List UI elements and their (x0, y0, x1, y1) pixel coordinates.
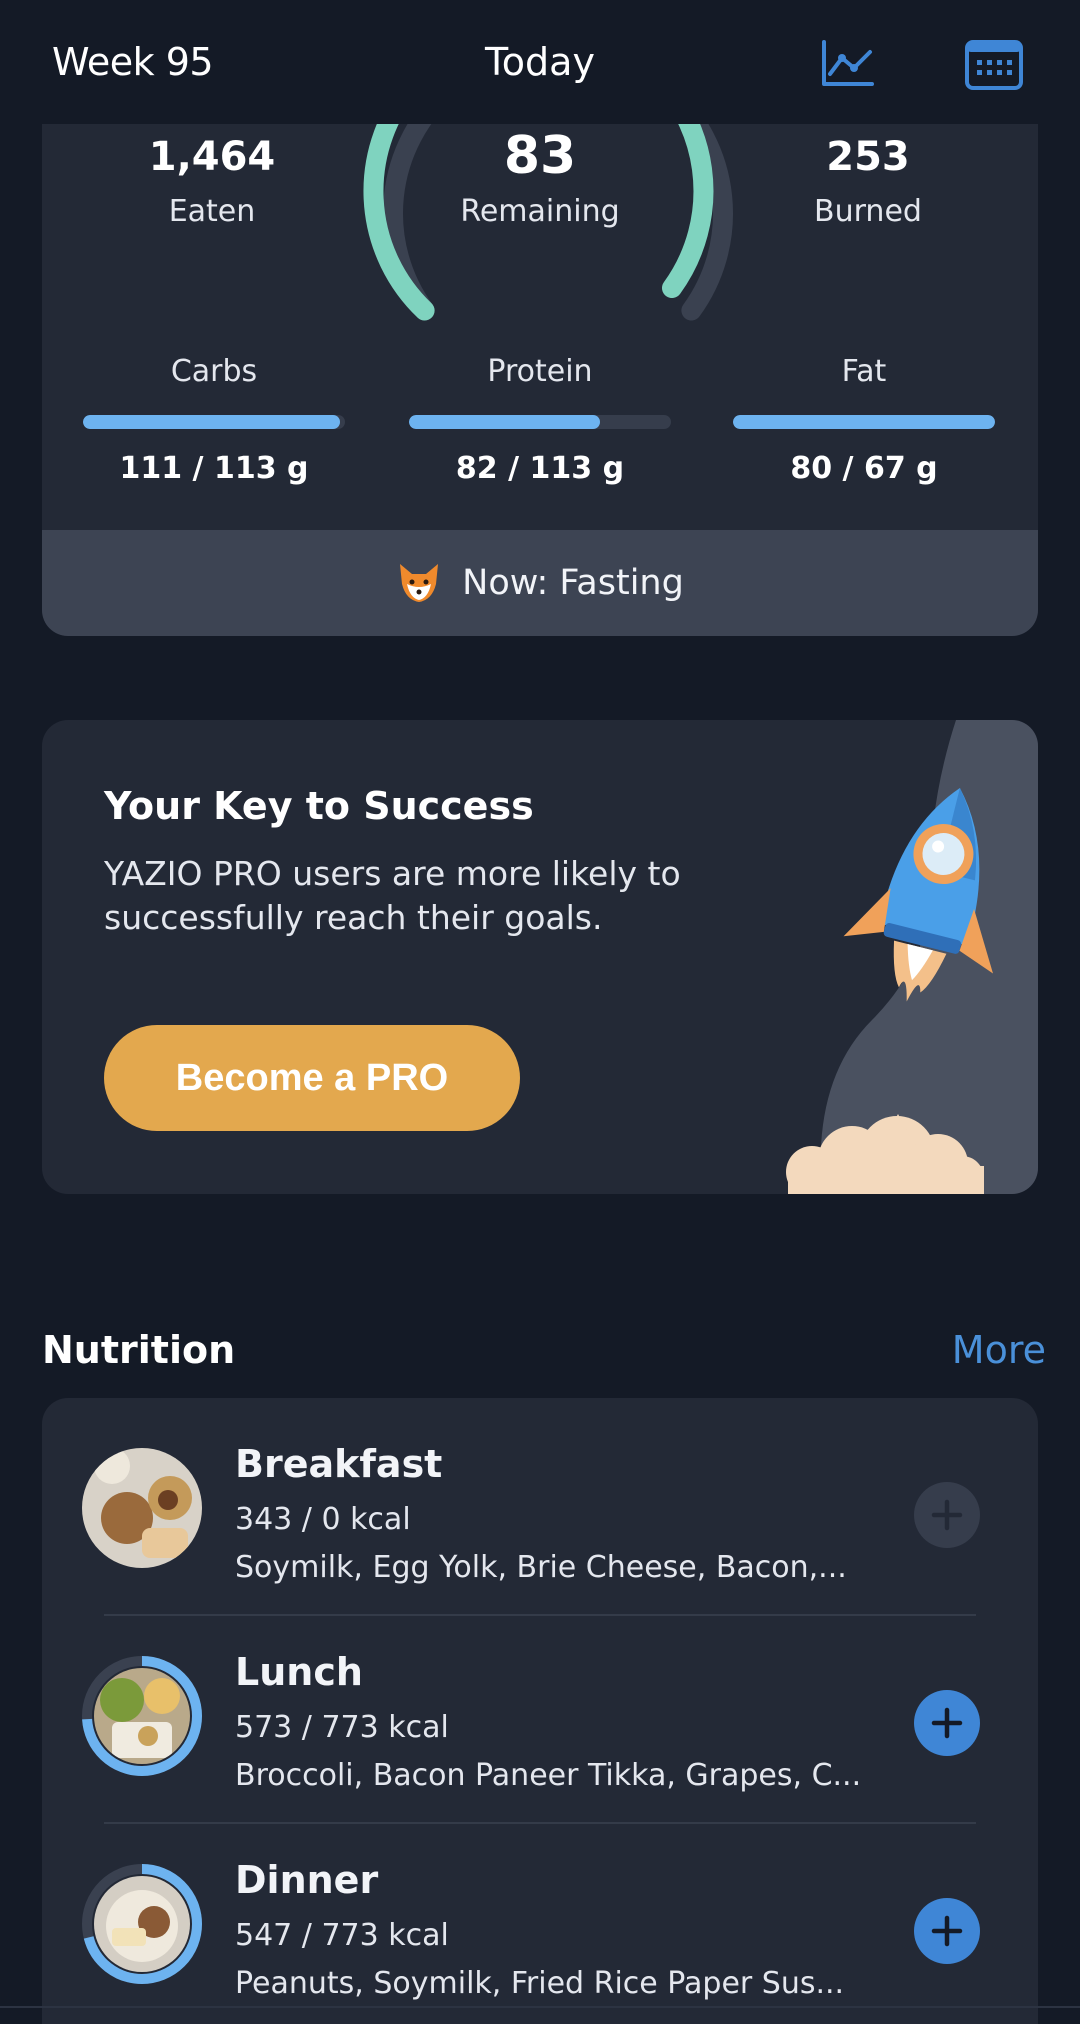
today-screen: Week 95 Today 1,464 Eaten 83 Remaining 2… (0, 0, 1080, 2024)
rocket-illustration (786, 720, 1038, 1194)
fox-icon (400, 564, 439, 602)
page-title: Today (485, 40, 595, 84)
eaten-value: 1,464 (148, 134, 276, 180)
promo-title: Your Key to Success (104, 784, 534, 828)
calorie-summary-card[interactable]: 1,464 Eaten 83 Remaining 253 Burned Carb… (42, 122, 1038, 636)
remaining-label: Remaining (460, 194, 620, 229)
breakfast-photo (82, 1448, 202, 1568)
protein-progress-fill (409, 415, 601, 429)
remaining-stat: 83 Remaining (410, 126, 670, 229)
meal-kcal: 547 / 773 kcal (235, 1918, 449, 1953)
top-bar: Week 95 Today (0, 0, 1080, 124)
meal-foods: Soymilk, Egg Yolk, Brie Cheese, Bacon,..… (235, 1550, 847, 1585)
nutrition-title: Nutrition (42, 1328, 236, 1372)
carbs-progress-bar (83, 415, 345, 429)
add-lunch-button[interactable] (914, 1690, 980, 1756)
add-dinner-button[interactable] (914, 1898, 980, 1964)
protein-progress-bar (409, 415, 671, 429)
plus-icon (931, 1707, 963, 1739)
fat-value: 80 / 67 g (790, 451, 938, 486)
carbs-value: 111 / 113 g (119, 451, 309, 486)
carbs-macro: Carbs 111 / 113 g (82, 354, 346, 486)
meal-kcal: 573 / 773 kcal (235, 1710, 449, 1745)
become-pro-button[interactable]: Become a PRO (104, 1025, 520, 1131)
calendar-icon[interactable] (964, 36, 1024, 92)
fasting-text: Now: Fasting (462, 563, 684, 603)
burned-label: Burned (814, 194, 922, 229)
carbs-progress-fill (83, 415, 340, 429)
meal-kcal: 343 / 0 kcal (235, 1502, 411, 1537)
meal-foods: Broccoli, Bacon Paneer Tikka, Grapes, C.… (235, 1758, 862, 1793)
meal-foods: Peanuts, Soymilk, Fried Rice Paper Sus..… (235, 1966, 845, 2001)
meals-card: Breakfast 343 / 0 kcal Soymilk, Egg Yolk… (42, 1398, 1038, 2024)
fat-progress-bar (733, 415, 995, 429)
fat-progress-fill (733, 415, 995, 429)
remaining-value: 83 (503, 126, 577, 186)
pro-promo-card[interactable]: Your Key to Success YAZIO PRO users are … (42, 720, 1038, 1194)
protein-label: Protein (487, 354, 593, 389)
dinner-photo (82, 1864, 202, 1984)
protein-value: 82 / 113 g (455, 451, 625, 486)
meal-lunch[interactable]: Lunch 573 / 773 kcal Broccoli, Bacon Pan… (42, 1606, 1038, 1814)
meal-name: Breakfast (235, 1442, 443, 1486)
plus-icon (931, 1499, 963, 1531)
carbs-label: Carbs (170, 354, 258, 389)
add-breakfast-button[interactable] (914, 1482, 980, 1548)
lunch-photo (82, 1656, 202, 1776)
meal-breakfast[interactable]: Breakfast 343 / 0 kcal Soymilk, Egg Yolk… (42, 1398, 1038, 1606)
burned-value: 253 (826, 134, 910, 180)
protein-macro: Protein 82 / 113 g (408, 354, 672, 486)
promo-text: YAZIO PRO users are more likely to succe… (104, 854, 681, 937)
line-chart-icon[interactable] (818, 36, 878, 92)
burned-stat: 253 Burned (738, 134, 998, 229)
fasting-status-bar[interactable]: Now: Fasting (42, 530, 1038, 636)
nutrition-more-link[interactable]: More (952, 1328, 1046, 1372)
bottom-divider (0, 2006, 1080, 2008)
meal-dinner[interactable]: Dinner 547 / 773 kcal Peanuts, Soymilk, … (42, 1814, 1038, 2022)
meal-name: Lunch (235, 1650, 363, 1694)
plus-icon (931, 1915, 963, 1947)
eaten-stat: 1,464 Eaten (82, 134, 342, 229)
fat-macro: Fat 80 / 67 g (732, 354, 996, 486)
eaten-label: Eaten (168, 194, 256, 229)
meal-name: Dinner (235, 1858, 379, 1902)
fat-label: Fat (841, 354, 887, 389)
